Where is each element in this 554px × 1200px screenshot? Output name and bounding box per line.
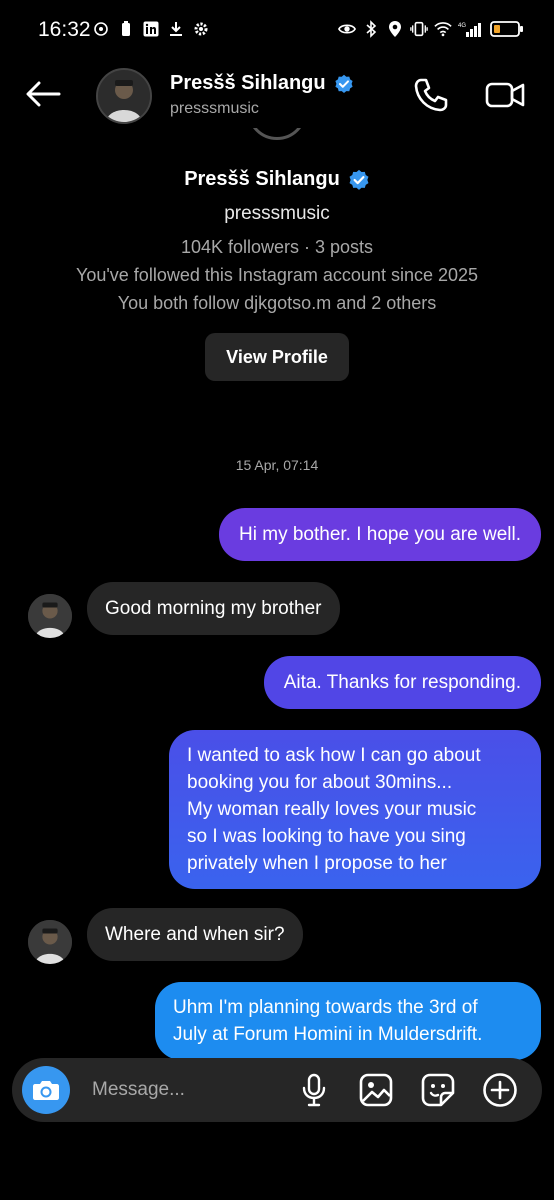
message-bubble-outgoing[interactable]: Hi my bother. I hope you are well.	[219, 508, 541, 561]
sticker-button[interactable]	[420, 1072, 456, 1108]
sender-avatar[interactable]	[28, 594, 72, 638]
battery-saver-icon	[117, 20, 135, 38]
download-icon	[167, 20, 185, 38]
message-composer	[12, 1058, 542, 1122]
more-options-button[interactable]	[482, 1072, 518, 1108]
message-text: Good morning my brother	[105, 598, 322, 619]
camera-icon	[33, 1081, 59, 1100]
profile-username: presssmusic	[224, 203, 330, 224]
vibrate-icon	[410, 20, 428, 38]
linkedin-icon	[142, 20, 160, 38]
gallery-button[interactable]	[358, 1072, 394, 1108]
profile-display-name: Presšš Sihlangu	[184, 168, 340, 190]
header-avatar[interactable]	[96, 68, 152, 124]
battery-low-icon	[490, 20, 524, 38]
message-line: Uhm I'm planning towards the 3rd of	[173, 997, 478, 1018]
sender-avatar[interactable]	[28, 920, 72, 964]
profile-mutual-followers: You both follow djkgotso.m and 2 others	[117, 293, 437, 313]
profile-photo-image	[28, 920, 72, 964]
svg-text:4G: 4G	[458, 23, 466, 29]
bluetooth-icon	[362, 20, 380, 38]
arrow-left-icon	[26, 81, 61, 107]
back-button[interactable]	[22, 76, 64, 112]
voice-message-button[interactable]	[296, 1072, 332, 1108]
video-camera-icon	[485, 82, 525, 108]
location-icon	[386, 20, 404, 38]
settings-gear-icon	[192, 20, 210, 38]
message-text: Where and when sir?	[105, 924, 285, 945]
notification-badge-icon	[92, 20, 110, 38]
audio-call-button[interactable]	[412, 76, 450, 114]
sticker-icon	[421, 1073, 455, 1107]
message-text: Aita. Thanks for responding.	[283, 672, 521, 693]
message-bubble-incoming[interactable]: Good morning my brother	[87, 582, 340, 635]
header-display-name: Presšš Sihlangu	[170, 72, 326, 94]
header-username[interactable]: presssmusic	[170, 100, 259, 118]
profile-card: Presšš Sihlangu presssmusic 104K followe…	[0, 168, 554, 317]
status-left-icons	[92, 20, 210, 38]
status-bar: 16:32 4G	[0, 0, 554, 62]
profile-avatar-edge	[247, 128, 307, 140]
message-line: privately when I propose to her	[187, 853, 447, 874]
verified-badge-icon	[335, 74, 353, 93]
profile-name-row: Presšš Sihlangu	[0, 168, 554, 191]
message-line: booking you for about 30mins...	[187, 772, 453, 793]
status-right-icons: 4G	[338, 20, 524, 38]
profile-photo-image	[98, 70, 150, 122]
chat-header: Presšš Sihlangu presssmusic	[0, 62, 554, 130]
wifi-icon	[434, 20, 452, 38]
header-name-row[interactable]: Presšš Sihlangu	[170, 72, 354, 95]
message-line: I wanted to ask how I can go about	[187, 745, 481, 766]
message-line: July at Forum Homini in Muldersdrift.	[173, 1024, 483, 1045]
message-input[interactable]	[92, 1076, 272, 1104]
image-icon	[359, 1073, 393, 1107]
thread-timestamp: 15 Apr, 07:14	[235, 457, 319, 473]
message-text: Hi my bother. I hope you are well.	[239, 524, 521, 545]
message-bubble-outgoing[interactable]: I wanted to ask how I can go about booki…	[169, 730, 541, 889]
profile-followers-posts: 104K followers · 3 posts	[180, 237, 374, 257]
plus-circle-icon	[483, 1073, 517, 1107]
message-bubble-outgoing[interactable]: Uhm I'm planning towards the 3rd of July…	[155, 982, 541, 1060]
status-time: 16:32	[38, 18, 91, 41]
verified-badge-icon	[349, 169, 369, 190]
signal-4g-icon: 4G	[458, 20, 484, 38]
camera-button[interactable]	[22, 1066, 70, 1114]
message-line: so I was looking to have you sing	[187, 826, 466, 847]
microphone-icon	[302, 1073, 326, 1107]
eye-icon	[338, 20, 356, 38]
profile-followed-since: You've followed this Instagram account s…	[75, 265, 479, 285]
profile-photo-image	[28, 594, 72, 638]
video-call-button[interactable]	[484, 76, 526, 114]
message-line: My woman really loves your music	[187, 799, 477, 820]
view-profile-button[interactable]: View Profile	[205, 333, 349, 381]
message-bubble-outgoing[interactable]: Aita. Thanks for responding.	[263, 656, 541, 709]
system-nav-area	[0, 1140, 554, 1200]
phone-icon	[414, 78, 448, 112]
message-bubble-incoming[interactable]: Where and when sir?	[87, 908, 303, 961]
